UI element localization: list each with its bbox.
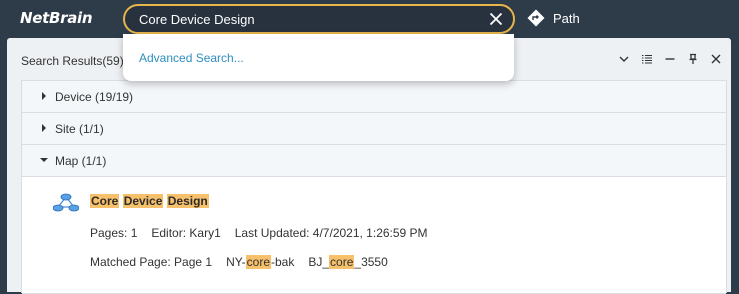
map-icon — [53, 193, 79, 212]
title-highlight: Core — [90, 194, 120, 208]
match-text: -bak — [271, 255, 295, 269]
map-result-item: Core Device Design Pages: 1 Editor: Kary1… — [22, 177, 726, 294]
category-map[interactable]: Map (1/1) — [22, 145, 726, 177]
panel-title: Search Results(59) — [21, 54, 124, 68]
match-device-2[interactable]: BJ_core_3550 — [308, 255, 388, 269]
caret-right-icon — [42, 124, 46, 132]
top-bar: NetBrain Path — [0, 0, 739, 36]
clear-search-icon[interactable] — [489, 12, 503, 26]
pin-icon[interactable] — [686, 52, 700, 66]
title-highlight: Design — [166, 194, 209, 208]
path-label: Path — [553, 10, 580, 26]
category-device[interactable]: Device (19/19) — [22, 81, 726, 113]
chevron-down-icon[interactable] — [617, 52, 631, 66]
match-highlight: core — [329, 255, 355, 269]
path-button[interactable]: Path — [527, 8, 580, 28]
advanced-search-link[interactable]: Advanced Search... — [139, 51, 244, 65]
map-meta-line: Pages: 1 Editor: Kary1 Last Updated: 4/7/2… — [90, 226, 428, 240]
title-highlight: Device — [122, 194, 164, 208]
search-input[interactable] — [139, 6, 469, 32]
match-text: BJ_ — [308, 255, 330, 269]
results-list: Device (19/19) Site (1/1) Map (1/1) Core… — [21, 80, 727, 294]
pages-count: Pages: 1 — [90, 226, 138, 240]
editor-name: Editor: Kary1 — [151, 226, 221, 240]
category-label: Device (19/19) — [55, 90, 134, 104]
match-device-1[interactable]: NY-core-bak — [226, 255, 294, 269]
minimize-icon[interactable] — [663, 52, 677, 66]
category-site[interactable]: Site (1/1) — [22, 113, 726, 145]
last-updated: Last Updated: 4/7/2021, 1:26:59 PM — [234, 226, 428, 240]
caret-down-icon — [40, 158, 48, 162]
app-logo: NetBrain — [20, 9, 93, 27]
search-box[interactable] — [123, 4, 515, 34]
search-dropdown: Advanced Search... — [123, 34, 514, 81]
category-label: Site (1/1) — [55, 122, 104, 136]
panel-toolbar — [608, 52, 723, 66]
close-panel-icon[interactable] — [709, 52, 723, 66]
matched-page: Matched Page: Page 1 — [90, 255, 213, 269]
map-title-link[interactable]: Core Device Design — [90, 194, 209, 208]
match-text: NY- — [226, 255, 246, 269]
caret-right-icon — [42, 92, 46, 100]
match-highlight: core — [245, 255, 272, 269]
list-icon[interactable] — [640, 52, 654, 66]
matched-page-line: Matched Page: Page 1 NY-core-bak BJ_core_3… — [90, 255, 388, 269]
match-text: _3550 — [354, 255, 388, 269]
category-label: Map (1/1) — [55, 154, 107, 168]
path-icon — [527, 9, 545, 27]
